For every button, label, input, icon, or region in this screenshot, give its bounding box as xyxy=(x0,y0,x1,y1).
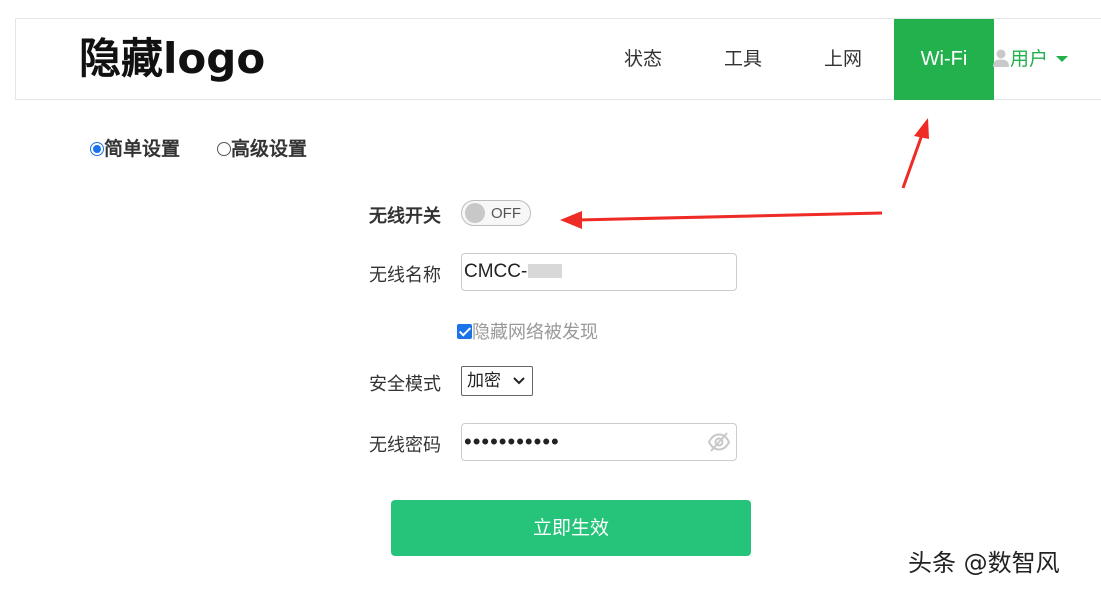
apply-button[interactable]: 立即生效 xyxy=(391,500,751,556)
eye-slash-icon[interactable] xyxy=(707,431,731,453)
password-input[interactable]: ••••••••••• xyxy=(461,423,737,461)
nav-wifi[interactable]: Wi-Fi xyxy=(894,19,994,100)
radio-simple-settings[interactable]: 简单设置 xyxy=(90,134,180,161)
wireless-switch-label: 无线开关 xyxy=(369,206,441,227)
wireless-switch-toggle[interactable]: OFF xyxy=(461,200,531,226)
password-label: 无线密码 xyxy=(369,435,441,456)
toggle-knob xyxy=(465,203,485,223)
caret-down-icon xyxy=(1056,56,1069,62)
watermark: 头条 @数智风 xyxy=(908,549,1060,577)
hide-network-label: 隐藏网络被发现 xyxy=(472,322,598,343)
nav-status[interactable]: 状态 xyxy=(610,19,676,100)
hide-network-checkbox[interactable]: 隐藏网络被发现 xyxy=(457,318,598,344)
radio-advanced-settings[interactable]: 高级设置 xyxy=(217,134,307,161)
radio-advanced-label: 高级设置 xyxy=(231,138,308,160)
security-mode-label: 安全模式 xyxy=(369,374,441,395)
user-menu[interactable]: 用户 xyxy=(992,19,1069,100)
ssid-value: CMCC- xyxy=(464,261,528,282)
arrow-to-wifi-tab xyxy=(901,118,929,189)
radio-simple-label: 简单设置 xyxy=(104,138,181,160)
toggle-state-text: OFF xyxy=(491,205,521,222)
chevron-down-icon xyxy=(513,377,525,385)
checkbox-checked-icon xyxy=(457,324,472,339)
user-icon xyxy=(993,49,1009,67)
arrow-to-wireless-switch xyxy=(560,211,883,229)
nav-tools[interactable]: 工具 xyxy=(710,19,776,100)
top-nav-bar: 隐藏logo 状态 工具 上网 Wi-Fi 用户 xyxy=(15,18,1101,100)
radio-unchecked-icon xyxy=(217,142,231,156)
radio-checked-icon xyxy=(90,142,104,156)
logo: 隐藏logo xyxy=(79,34,266,83)
redacted-block xyxy=(528,264,563,278)
user-label: 用户 xyxy=(1010,48,1049,70)
security-mode-value: 加密 xyxy=(467,371,501,391)
ssid-input[interactable]: CMCC- xyxy=(461,253,737,291)
ssid-label: 无线名称 xyxy=(369,265,441,286)
security-mode-select[interactable]: 加密 xyxy=(461,366,533,396)
nav-internet[interactable]: 上网 xyxy=(810,19,876,100)
